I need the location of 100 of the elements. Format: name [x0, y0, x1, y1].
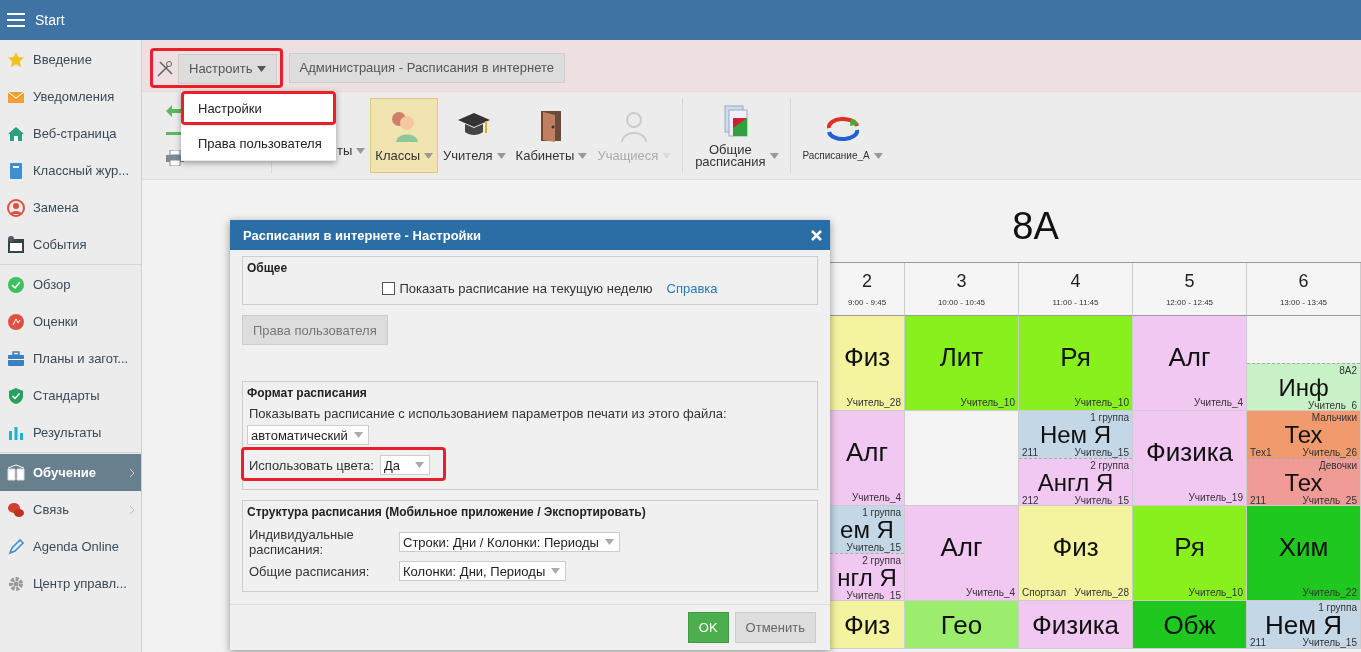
teacher-label: Учитель_15 [846, 542, 901, 554]
teacher-label: Учитель_28 [846, 397, 901, 409]
menu-icon [7, 13, 25, 27]
toolbar-button[interactable]: Классы [370, 98, 439, 173]
subject-label: нгл Я [837, 565, 897, 590]
menu-item[interactable]: Настройки [181, 91, 336, 126]
teacher-label: Учитель_19 [1188, 492, 1243, 504]
sidebar-item[interactable]: Центр управл... [0, 565, 141, 602]
sidebar-item[interactable]: Планы и загот... [0, 340, 141, 377]
group-label: 1 группа [1318, 602, 1357, 613]
group-label: 2 группа [1090, 459, 1129, 471]
tools-icon [156, 59, 174, 78]
sidebar-item[interactable]: События [0, 226, 141, 263]
teacher-label: Учитель_4 [966, 587, 1015, 599]
sidebar-item[interactable]: Agenda Online [0, 528, 141, 565]
subject-label: Алг [846, 440, 888, 464]
teacher-label: Учитель_15 [846, 589, 901, 600]
group-label: Мальчики [1311, 412, 1357, 423]
check-circle-icon [7, 275, 25, 294]
toolbar-button[interactable]: Кабинеты [510, 98, 593, 173]
dropdown[interactable]: Строки: Дни / Колонки: Периоды [399, 532, 620, 552]
subject-label: Ря [1174, 535, 1205, 559]
subject-label: Физика [1031, 612, 1120, 637]
teacher-label: Учитель_4 [852, 492, 901, 504]
subject-label: ем Я [840, 518, 894, 542]
dialog-title: Расписания в интернете - Настройки [243, 227, 482, 243]
sidebar-item[interactable]: Стандарты [0, 377, 141, 414]
notebook-icon [7, 161, 25, 180]
period-time: 13:00 - 13:45 [1279, 298, 1328, 307]
dropdown[interactable]: Да [379, 455, 430, 475]
toolbar-button[interactable]: Учителя [438, 98, 511, 173]
subject-label: Алг [940, 535, 983, 559]
subject-label: Нем Я [1264, 613, 1343, 637]
field-label: Использовать цвета: [249, 457, 374, 473]
subject-label: Обж [1163, 612, 1216, 637]
caret-icon [496, 152, 506, 159]
checkbox-label: Показать расписание на текущую неделю [399, 281, 653, 296]
chat-icon [7, 500, 25, 519]
period-number: 3 [956, 271, 967, 292]
subject-label: Тех [1284, 423, 1323, 447]
room-label: 211 [1250, 637, 1266, 648]
period-time: 12:00 - 12:45 [1165, 298, 1214, 307]
teacher-label: Учитель_15 [1302, 637, 1357, 648]
teacher-label: Учитель_10 [1074, 397, 1129, 409]
group-label: 8А2 [1339, 364, 1357, 376]
room-label: Тех1 [1250, 447, 1272, 459]
sidebar-item[interactable]: Веб-страница [0, 115, 141, 152]
sidebar-item[interactable]: Введение [0, 41, 141, 78]
calendar-icon [7, 235, 25, 254]
sidebar-item[interactable]: Оценки [0, 303, 141, 340]
teacher-label: Учитель_26 [1302, 447, 1357, 459]
subject-label: Алг [1168, 345, 1211, 369]
pen-icon [7, 537, 25, 556]
room-label: Спортзал [1022, 587, 1067, 599]
period-number: 2 [862, 271, 872, 292]
subject-label: Инф [1278, 375, 1329, 400]
subject-label: Гео [940, 612, 983, 637]
sidebar-item[interactable]: Связь [0, 491, 141, 528]
subject-label: Англ Я [1037, 470, 1114, 495]
sidebar-item[interactable]: Обучение [0, 454, 141, 491]
close-icon[interactable] [811, 229, 822, 241]
section-heading: Структура расписания (Мобильное приложение / Экспортировать) [247, 505, 647, 519]
menu-item[interactable]: Права пользователя [181, 126, 336, 161]
sidebar-item[interactable]: Результаты [0, 414, 141, 451]
room-label: 211 [1022, 447, 1038, 459]
teacher-label: Учитель_15 [1074, 447, 1129, 459]
chevron-icon [129, 467, 135, 478]
toolbar-button[interactable]: Общие расписания [689, 98, 785, 173]
subject-label: Хим [1278, 535, 1329, 559]
toolbar-button[interactable]: Расписание_А [797, 98, 888, 173]
caret-icon [424, 152, 434, 159]
admin-button[interactable]: Администрация - Расписания в интернете [288, 52, 565, 83]
sidebar-item[interactable]: Обзор [0, 266, 141, 303]
caret-icon [578, 152, 588, 159]
teacher-label: Учитель_25 [1302, 494, 1357, 505]
back-arrow-icon [166, 105, 182, 118]
room-label: 212 [1022, 494, 1039, 505]
home-icon [7, 124, 25, 143]
sidebar-item[interactable]: Классный жур... [0, 152, 141, 189]
sidebar-item[interactable]: Уведомления [0, 78, 141, 115]
app-title: Start [35, 12, 65, 28]
teacher-label: Учитель_22 [1302, 587, 1357, 599]
dropdown[interactable]: автоматический [247, 425, 369, 445]
caret-icon [770, 152, 780, 159]
teacher-label: Учитель_10 [960, 397, 1015, 409]
period-time: 10:00 - 10:45 [937, 298, 986, 307]
dropdown[interactable]: Колонки: Дни, Периоды [399, 561, 567, 581]
group-label: Девочки [1318, 459, 1357, 471]
field-label: Индивидуальные расписания: [249, 527, 355, 557]
subject-label: Физ [843, 345, 891, 369]
timetable-title: 8А [1011, 203, 1060, 249]
briefcase-icon [7, 349, 25, 368]
sidebar-item[interactable]: Замена [0, 189, 141, 226]
person-icon [7, 198, 25, 217]
checkbox[interactable] [382, 282, 396, 295]
configure-button[interactable]: Настроить [178, 53, 277, 84]
help-link[interactable]: Справка [666, 281, 718, 296]
subject-label: Тех [1284, 470, 1323, 495]
cancel-button[interactable]: Отменить [734, 612, 816, 643]
caret-icon [873, 152, 883, 159]
